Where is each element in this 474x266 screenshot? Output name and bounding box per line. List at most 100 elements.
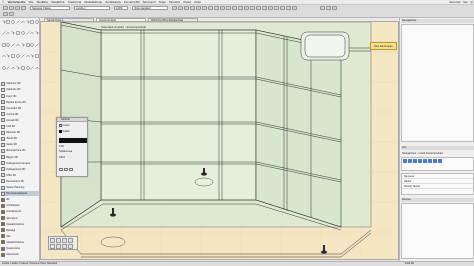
layer-select[interactable]: Livello-1 [74, 6, 110, 10]
toolset-item[interactable]: Mensole 3D [1, 130, 39, 136]
visible-icon[interactable] [403, 159, 407, 163]
toolset-item[interactable]: Dimensionamento [1, 190, 39, 197]
zoom-out-icon[interactable] [56, 238, 61, 243]
menu-item-file[interactable]: File [27, 0, 35, 5]
flyover-icon[interactable] [184, 6, 189, 10]
fill-row[interactable]: Colore [59, 124, 87, 128]
new-file-icon[interactable] [3, 6, 8, 10]
settings-icon[interactable] [438, 159, 442, 163]
class-options-icon[interactable] [256, 6, 261, 10]
snap-icon[interactable] [196, 6, 201, 10]
nav-content[interactable] [401, 24, 474, 142]
menu-item-modifica[interactable]: Modifica [35, 0, 49, 5]
toolset-item[interactable]: Visualizzazione [1, 221, 39, 227]
toolset-item[interactable]: Interiorcad [1, 252, 39, 258]
fill-swatch[interactable] [59, 124, 62, 127]
working-plane-icon[interactable] [244, 6, 249, 10]
sheet-layer-icon[interactable] [268, 6, 273, 10]
toolset-item[interactable]: Decorazioni 3D [1, 179, 39, 185]
toolset-item[interactable]: Collegamenti 3D [1, 166, 39, 172]
view-select[interactable]: Vista standard [132, 6, 168, 10]
drawing-area[interactable]: Standard-Ansicht - Interiorprodukt [40, 21, 399, 260]
section-view-icon[interactable] [68, 244, 73, 249]
toolset-item[interactable]: Cabinets 3D [1, 81, 39, 87]
projection-icon[interactable] [178, 6, 183, 10]
menu-item-aiuto[interactable]: Aiuto [193, 0, 203, 5]
render-mode-icon[interactable] [172, 6, 177, 10]
toolset-item[interactable]: Arredamento [1, 209, 39, 215]
front-view-icon[interactable] [56, 244, 61, 249]
toolset-item[interactable]: 3D [1, 197, 39, 203]
menu-item-cloud[interactable]: Cloud [182, 0, 193, 5]
menu-item-testo[interactable]: Testo [157, 0, 167, 5]
save-icon[interactable] [15, 6, 20, 10]
menu-app-name[interactable]: Vectorworks [6, 0, 27, 5]
menu-item-architettura[interactable]: Architettura [104, 0, 123, 5]
arrowheads-row[interactable] [59, 168, 87, 172]
cloud-icon[interactable] [35, 65, 40, 70]
top-view-icon[interactable] [50, 244, 55, 249]
toolset-item[interactable]: Visualizzazione [1, 240, 39, 246]
resource-toggle-icon[interactable] [326, 6, 331, 10]
toolset-item[interactable]: Uffici 3D [1, 173, 39, 179]
opacity-row[interactable]: 100% [59, 156, 87, 160]
toolset-item[interactable]: Illuminazione 3D [1, 148, 39, 154]
layer-list[interactable]: Nessuna Raster Sfondo Tavola [401, 173, 474, 195]
hidden-icon[interactable] [408, 159, 412, 163]
line-style-preview[interactable] [59, 138, 87, 143]
line-type-row[interactable]: Solida Linea [59, 150, 87, 154]
toolset-item[interactable]: Comodini 3D [1, 105, 39, 111]
line-weight-row[interactable]: 0.05 [59, 145, 87, 149]
toolset-item[interactable]: Corpi 3D [1, 93, 39, 99]
arrow-end-icon[interactable] [64, 168, 68, 171]
toolset-item[interactable]: Letti 3D [1, 124, 39, 130]
browser-toolbar[interactable] [401, 157, 474, 171]
eyedropper-icon[interactable] [35, 54, 40, 59]
angle-snap-icon[interactable] [214, 6, 219, 10]
menu-status-item[interactable]: Zero fax [448, 0, 462, 4]
grid-snap-icon[interactable] [202, 6, 207, 10]
zoom-field[interactable]: 100% [114, 6, 128, 10]
resources-content[interactable] [401, 203, 474, 259]
menu-status-item[interactable]: Gio [462, 0, 469, 4]
toolset-item[interactable]: Bagno 3D [1, 154, 39, 160]
delete-icon[interactable] [433, 159, 437, 163]
intersection-snap-icon[interactable] [232, 6, 237, 10]
fit-icon[interactable] [62, 238, 67, 243]
pen-row[interactable]: Solida [59, 130, 87, 134]
menu-item-trasforma[interactable]: Trasforma [66, 0, 83, 5]
grayed-icon[interactable] [413, 159, 417, 163]
toolset-item[interactable]: Cucina 3D [1, 112, 39, 118]
publish-icon[interactable] [274, 6, 279, 10]
menu-item-modellazione[interactable]: Modellazione [83, 0, 104, 5]
layer-row[interactable]: Sfondo Tavola [402, 184, 473, 189]
toolset-item[interactable]: Cabinets 3D [1, 87, 39, 93]
toolset-item[interactable]: Armadi 3D [1, 118, 39, 124]
menu-item-interiorcad[interactable]: InteriorCAD [122, 0, 141, 5]
toolset-item[interactable]: Dettagli [1, 227, 39, 233]
loft-icon[interactable] [35, 42, 40, 47]
duplicate-icon[interactable] [428, 159, 432, 163]
edit-icon[interactable] [423, 159, 427, 163]
toolset-item[interactable]: Space Planning [1, 185, 39, 191]
menu-status-item[interactable]: Q [469, 0, 474, 4]
toolset-item[interactable]: Sedie 3D [1, 142, 39, 148]
undo-icon[interactable] [3, 12, 8, 16]
print-icon[interactable] [21, 6, 26, 10]
zoom-in-icon[interactable] [50, 238, 55, 243]
layer-options-icon[interactable] [250, 6, 255, 10]
tangent-snap-icon[interactable] [238, 6, 243, 10]
toolset-item[interactable]: Ripiani leccio 3D [1, 99, 39, 105]
iso-view-icon[interactable] [62, 244, 67, 249]
orbit-icon[interactable] [68, 238, 73, 243]
toolset-item[interactable]: Architettura [1, 203, 39, 209]
menu-item-finestra[interactable]: Finestra [167, 0, 181, 5]
class-select[interactable]: Nessuna Classe [30, 6, 70, 10]
redo-icon[interactable] [9, 12, 14, 16]
saved-views-icon[interactable] [262, 6, 267, 10]
toolset-item[interactable]: Collegamenti tempor. [1, 160, 39, 166]
stair-icon[interactable] [35, 31, 40, 36]
toolset-item[interactable]: Sito [1, 234, 39, 240]
menu-item-visualizza[interactable]: Visualizza [49, 0, 66, 5]
toolset-item[interactable]: Tavoli 3D [1, 136, 39, 142]
